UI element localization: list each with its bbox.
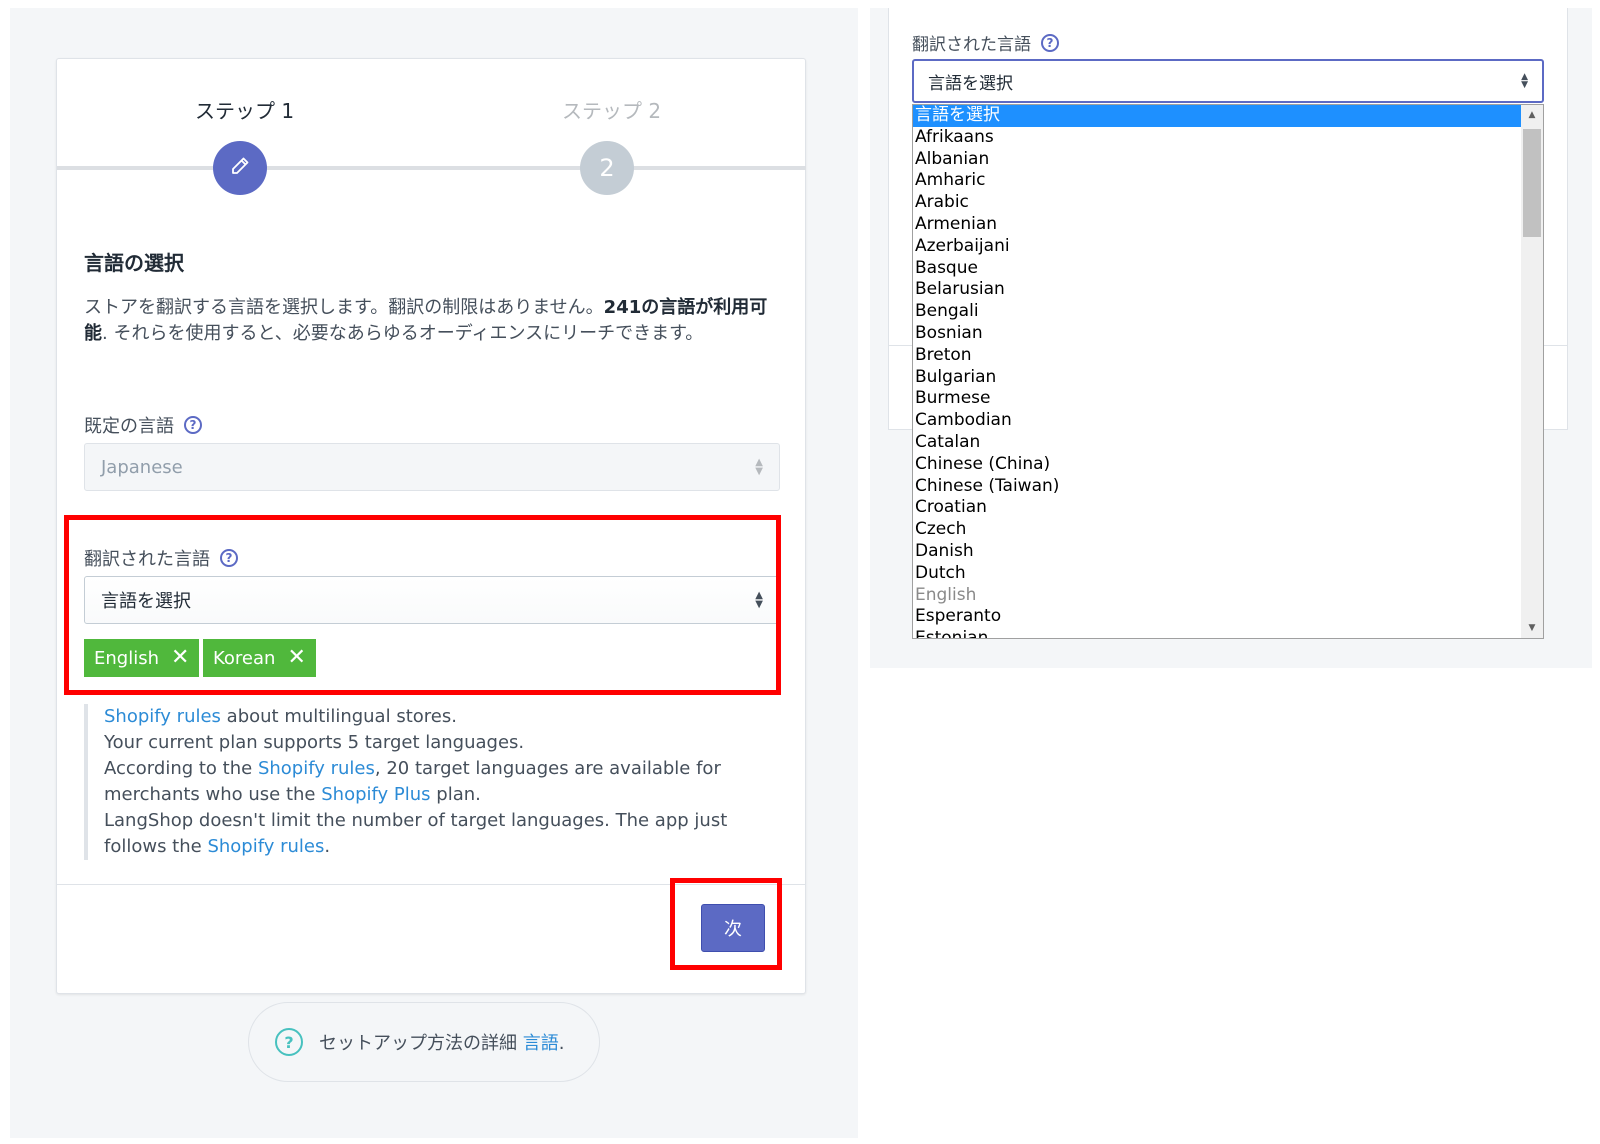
dropdown-option[interactable]: Catalan <box>913 432 1521 454</box>
dropdown-option[interactable]: Belarusian <box>913 279 1521 301</box>
dropdown-option[interactable]: Burmese <box>913 388 1521 410</box>
language-dropdown-list[interactable]: 言語を選択 Afrikaans Albanian Amharic Arabic Armen… <box>912 104 1544 639</box>
dropdown-option[interactable]: Basque <box>913 258 1521 280</box>
select-arrows-icon: ▲ ▼ <box>1521 72 1528 90</box>
dropdown-option[interactable]: Breton <box>913 345 1521 367</box>
default-language-label: 既定の言語 ? <box>84 412 202 438</box>
default-language-select: Japanese ▲ ▼ <box>84 443 780 491</box>
dropdown-option[interactable]: Esperanto <box>913 606 1521 628</box>
shopify-rules-link[interactable]: Shopify rules <box>104 706 221 727</box>
plan-support-text: Your current plan supports 5 target lang… <box>104 732 525 753</box>
dropdown-option[interactable]: Bosnian <box>913 323 1521 345</box>
dropdown-option[interactable]: Armenian <box>913 214 1521 236</box>
dropdown-field-label-text: 翻訳された言語 <box>912 35 1031 55</box>
dropdown-option[interactable]: Cambodian <box>913 410 1521 432</box>
step-1-indicator[interactable] <box>213 141 267 195</box>
dropdown-option[interactable]: Arabic <box>913 192 1521 214</box>
dropdown-option[interactable]: Azerbaijani <box>913 236 1521 258</box>
footer-help-link[interactable]: 言語 <box>523 1033 559 1054</box>
default-language-label-text: 既定の言語 <box>84 416 174 437</box>
dropdown-option[interactable]: Albanian <box>913 149 1521 171</box>
notes-text: plan. <box>430 784 481 805</box>
help-icon[interactable]: ? <box>184 416 202 434</box>
step-2-indicator[interactable]: 2 <box>580 141 634 195</box>
help-icon[interactable]: ? <box>1041 33 1059 52</box>
translated-language-select-open[interactable]: 言語を選択 ▲ ▼ <box>912 59 1544 103</box>
dropdown-field-label: 翻訳された言語 ? <box>912 30 1059 55</box>
footer-help-text: セットアップ方法の詳細 言語. <box>319 1029 564 1055</box>
dropdown-option[interactable]: Czech <box>913 519 1521 541</box>
dropdown-options: 言語を選択 Afrikaans Albanian Amharic Arabic Armen… <box>913 105 1521 638</box>
section-title: 言語の選択 <box>84 251 184 275</box>
dropdown-option[interactable]: Dutch <box>913 563 1521 585</box>
dropdown-option[interactable]: Amharic <box>913 170 1521 192</box>
highlight-box-next-button <box>670 878 782 970</box>
step-2-label: ステップ 2 <box>562 99 662 123</box>
dropdown-placeholder: 言語を選択 <box>928 73 1013 94</box>
select-arrows-icon: ▲ ▼ <box>755 457 763 477</box>
notes-text: According to the <box>104 758 258 779</box>
footer-help-pill: ? セットアップ方法の詳細 言語. <box>248 1002 600 1082</box>
shopify-rules-notes: Shopify rules about multilingual stores.… <box>84 704 784 860</box>
notes-text: about multilingual stores. <box>220 706 457 727</box>
pencil-icon <box>230 154 250 182</box>
dropdown-option[interactable]: Bulgarian <box>913 367 1521 389</box>
step-1-label: ステップ 1 <box>195 99 295 123</box>
scroll-thumb[interactable] <box>1523 129 1541 237</box>
notes-text: . <box>324 836 331 857</box>
dropdown-option[interactable]: Estonian <box>913 628 1521 638</box>
dropdown-option[interactable]: Afrikaans <box>913 127 1521 149</box>
dropdown-scrollbar[interactable]: ▲ ▼ <box>1521 105 1543 638</box>
notes-text: LangShop doesn't limit the number of tar… <box>104 810 728 857</box>
dropdown-option[interactable]: Danish <box>913 541 1521 563</box>
shopify-rules-link[interactable]: Shopify rules <box>207 836 324 857</box>
step-2-number: 2 <box>599 154 615 182</box>
section-description: ストアを翻訳する言語を選択します。翻訳の制限はありません。241の言語が利用可能… <box>84 295 774 347</box>
shopify-plus-link[interactable]: Shopify Plus <box>321 784 430 805</box>
scroll-down-icon[interactable]: ▼ <box>1521 618 1543 638</box>
footer-help-label: セットアップ方法の詳細 <box>319 1033 523 1054</box>
dropdown-option: English <box>915 584 977 605</box>
question-circle-icon: ? <box>275 1028 303 1056</box>
dropdown-option[interactable]: Croatian <box>913 497 1521 519</box>
scroll-up-icon[interactable]: ▲ <box>1521 105 1543 125</box>
highlight-box-translated-language <box>64 515 781 695</box>
default-language-value: Japanese <box>101 456 183 478</box>
dropdown-option[interactable]: Chinese (China) <box>913 454 1521 476</box>
dropdown-option[interactable]: Bengali <box>913 301 1521 323</box>
desc-text-end: . それらを使用すると、必要なあらゆるオーディエンスにリーチできます。 <box>102 323 704 344</box>
dropdown-option[interactable]: Chinese (Taiwan) <box>913 476 1521 498</box>
desc-text: ストアを翻訳する言語を選択します。翻訳の制限はありません。 <box>84 297 604 318</box>
footer-help-period: . <box>558 1033 565 1054</box>
step-progress-line <box>57 166 806 170</box>
shopify-rules-link[interactable]: Shopify rules <box>258 758 375 779</box>
dropdown-option[interactable]: 言語を選択 <box>913 105 1521 127</box>
